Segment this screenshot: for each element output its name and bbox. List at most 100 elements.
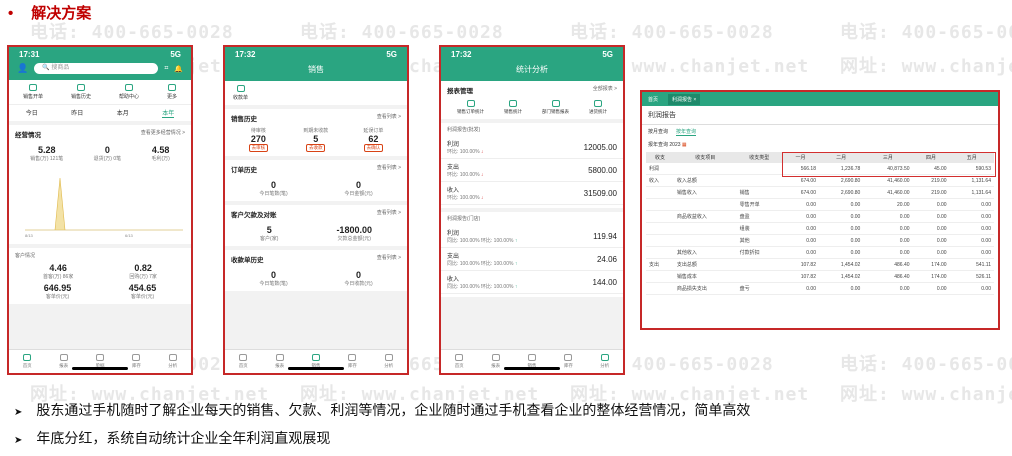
label: 分析: [168, 363, 178, 368]
metric-label: 客户(家): [260, 236, 279, 242]
expense-row[interactable]: 支出 同比: 100.00% 环比: 100.00% ↑ 24.06: [441, 248, 623, 271]
view-list-link[interactable]: 查看列表 >: [377, 113, 401, 123]
clock: 17:32: [235, 50, 256, 59]
report-shortcut[interactable]: 销售订单统计: [457, 100, 484, 115]
quick-help[interactable]: 帮助中心: [119, 84, 139, 100]
row-label: 收入: [447, 277, 460, 283]
table-cell: 674.00: [781, 186, 819, 199]
income-row[interactable]: 收入 环比: 100.00% ↓ 31509.00: [441, 182, 623, 205]
cust-label: 回购(万) 7家: [129, 274, 157, 280]
tab-report[interactable]: 报表: [491, 354, 500, 369]
tab-home[interactable]: 首页: [23, 354, 32, 369]
stock-icon: [564, 354, 573, 361]
label: 首页: [22, 363, 32, 368]
review-button[interactable]: 去审核: [248, 144, 269, 152]
table-cell: 盘亏: [736, 282, 782, 295]
tab-yesterday[interactable]: 昨日: [71, 108, 83, 118]
ops-card: 经营情况 查看更多经营情况 > 5.28 销售(万) 121笔 0 退货(万) 0笔 …: [9, 125, 191, 244]
tab-analysis[interactable]: 分析: [384, 354, 393, 369]
more-icon: [167, 84, 176, 91]
card-title: 订单历史: [231, 167, 257, 174]
label: 销售订单统计: [457, 109, 484, 114]
table-cell: [646, 246, 674, 259]
tab-report[interactable]: 报表: [275, 354, 284, 369]
profit-row[interactable]: 利润 同比: 100.00% 环比: 100.00% ↑ 119.94: [441, 225, 623, 248]
search-input[interactable]: 🔍 搜商品: [34, 63, 159, 74]
table-cell: 组装: [736, 222, 782, 235]
tab-stock[interactable]: 库存: [132, 354, 141, 369]
row-sub: 同比: 100.00% 环比: 100.00%: [447, 238, 514, 244]
table-cell: 41,460.00: [863, 186, 913, 199]
phone-home: 17:31 5G 👤 🔍 搜商品 ⌗ 🔔 销售开单 销售历史 帮助中心 更多 今日 昨…: [7, 45, 193, 375]
wholesale-profit-card: 利润报告(批发) 利润 环比: 100.00% ↓ 12005.00 支出 环比: 1…: [441, 123, 623, 208]
metric-value: 0: [270, 180, 276, 190]
table-cell: [736, 163, 782, 175]
tab-analysis[interactable]: 分析: [600, 354, 609, 369]
signal-indicator: 5G: [386, 50, 397, 59]
tab-analysis[interactable]: 分析: [168, 354, 177, 369]
all-reports-link[interactable]: 全部报表 >: [593, 85, 617, 95]
expense-row[interactable]: 支出 环比: 100.00% ↓ 5800.00: [441, 159, 623, 182]
label: 报表: [59, 363, 69, 368]
table-cell: [736, 174, 782, 187]
income-row[interactable]: 收入 同比: 100.00% 环比: 100.00% ↑ 144.00: [441, 271, 623, 294]
table-cell: 0.00: [863, 234, 913, 247]
quick-sales-history[interactable]: 销售历史: [71, 84, 91, 100]
user-icon[interactable]: 👤: [17, 63, 28, 74]
tab-yearly[interactable]: 按年查询: [676, 128, 697, 136]
tab-month[interactable]: 本月: [117, 108, 129, 118]
view-list-link[interactable]: 查看列表 >: [377, 209, 401, 219]
status-bar: 17:32 5G 销售: [225, 47, 407, 81]
view-list-link[interactable]: 查看列表 >: [377, 254, 401, 264]
quick-sales-order[interactable]: 销售开单: [23, 84, 43, 100]
tab-home[interactable]: 首页: [455, 354, 464, 369]
tab-stock[interactable]: 库存: [564, 354, 573, 369]
tab-monthly[interactable]: 按月查询: [648, 128, 668, 136]
label: 部门销售报表: [542, 109, 569, 114]
table-cell: 支出: [646, 258, 674, 271]
history-icon: [76, 84, 85, 91]
tab-year[interactable]: 本年: [162, 108, 175, 118]
phone-sales: 17:32 5G 销售 收款单 销售历史 查看列表 > 待审核 270 去审核 到期未收…: [223, 45, 409, 375]
table-row: 组装 0.00 0.00 0.00 0.00 0.00: [646, 222, 994, 235]
confirm-button[interactable]: 去确认: [363, 144, 384, 152]
scan-icon[interactable]: ⌗: [164, 65, 168, 73]
table-cell: [673, 198, 737, 211]
year-filter[interactable]: 报年查询 2023 ▦: [642, 139, 998, 152]
label: 帮助中心: [118, 94, 139, 100]
tab-profit-report[interactable]: 利润报告 ×: [668, 93, 701, 105]
row-sub: 环比: 100.00%: [447, 172, 480, 178]
page-title: 统计分析: [516, 65, 548, 74]
metric-value: 0: [270, 270, 276, 280]
quick-more[interactable]: 更多: [167, 84, 177, 100]
ops-value: 0: [104, 145, 110, 155]
bullet-list: ➤ 股东通过手机随时了解企业每天的销售、欠款、利润等情况，企业随时通过手机查看企业…: [14, 400, 750, 456]
arrow-down-icon: ↓: [480, 172, 484, 178]
title-text: 解决方案: [31, 5, 92, 22]
profit-row[interactable]: 利润 环比: 100.00% ↓ 12005.00: [441, 136, 623, 159]
metric-value: 62: [368, 134, 379, 144]
report-shortcut[interactable]: 进货统计: [589, 100, 607, 115]
report-shortcut[interactable]: 销售统计: [504, 100, 522, 115]
tab-home[interactable]: 首页: [648, 96, 658, 103]
tab-report[interactable]: 报表: [59, 354, 68, 369]
report-shortcut[interactable]: 部门销售报表: [542, 100, 569, 115]
label: 销售历史: [70, 94, 91, 100]
tab-today[interactable]: 今日: [26, 108, 38, 118]
bell-icon[interactable]: 🔔: [174, 65, 183, 73]
order-history-card: 订单历史 查看列表 > 0 今日笔数(笔) 0 今日金额(元): [225, 160, 407, 201]
table-cell: 0.00: [781, 210, 819, 223]
view-list-link[interactable]: 查看列表 >: [377, 164, 401, 174]
row-label: 利润: [447, 142, 460, 148]
tab-stock[interactable]: 库存: [348, 354, 357, 369]
table-cell: 486.40: [863, 270, 913, 283]
metric-value: 5: [313, 134, 319, 144]
receipt-shortcut[interactable]: 收款单: [225, 81, 407, 105]
row-value: 5800.00: [588, 165, 617, 175]
table-cell: 销售成本: [673, 270, 737, 283]
ops-link[interactable]: 查看更多经营情况 >: [141, 129, 185, 139]
doc-icon: [95, 354, 104, 361]
tab-home[interactable]: 首页: [239, 354, 248, 369]
label: 更多: [166, 94, 177, 100]
collect-button[interactable]: 去收款: [305, 144, 326, 152]
